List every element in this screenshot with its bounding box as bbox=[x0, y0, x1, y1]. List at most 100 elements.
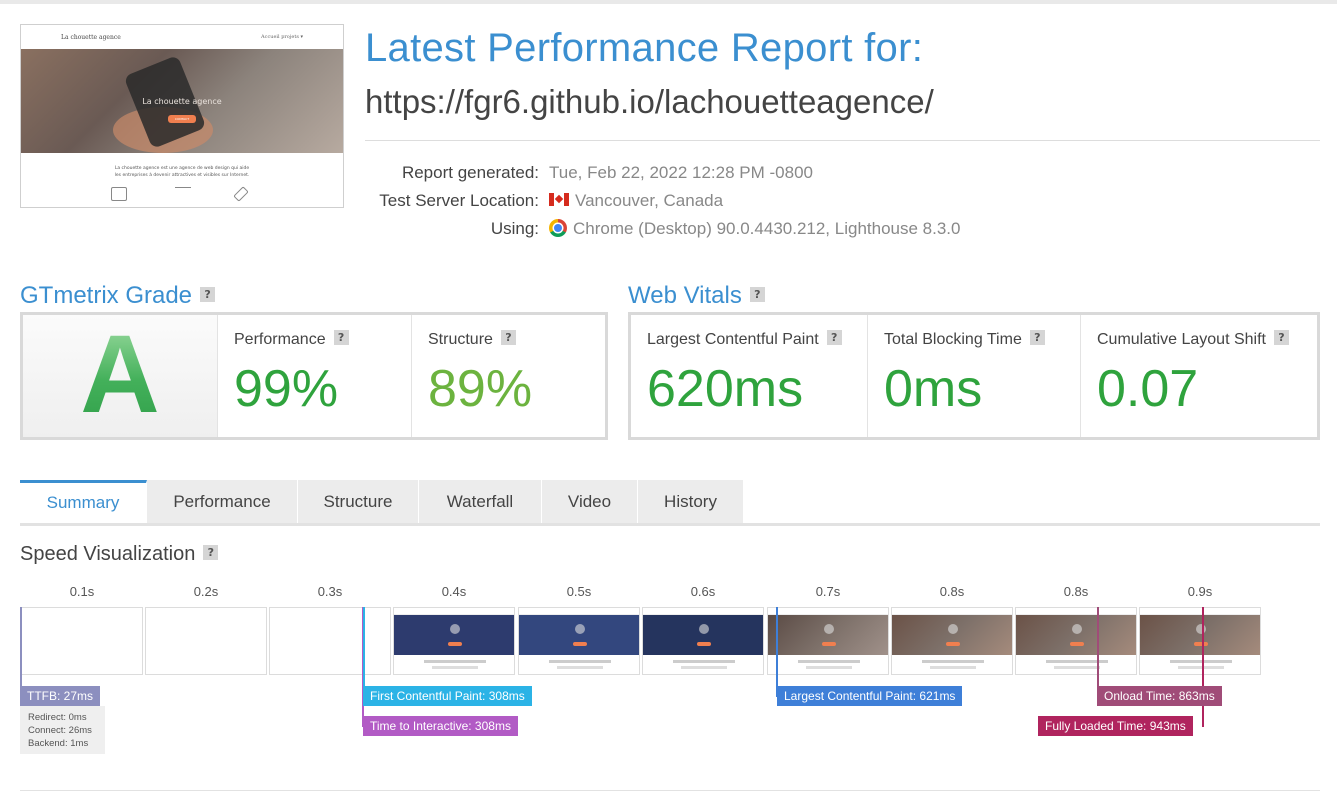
meta-server-location: Test Server Location: Vancouver, Canada bbox=[365, 191, 1065, 215]
frame-text bbox=[806, 666, 852, 669]
help-icon[interactable]: ? bbox=[749, 287, 765, 303]
frame-time-label: 0.2s bbox=[193, 584, 219, 599]
label-text: Cumulative Layout Shift bbox=[1097, 331, 1266, 348]
tti-marker: Time to Interactive: 308ms bbox=[363, 716, 518, 736]
lcp-line bbox=[776, 607, 778, 697]
tbt-value: 0ms bbox=[884, 360, 983, 418]
frame-time-label: 0.8s bbox=[939, 584, 965, 599]
help-icon[interactable]: ? bbox=[200, 287, 216, 303]
label-text: Total Blocking Time bbox=[884, 331, 1022, 348]
frame-time-label: 0.8s bbox=[1063, 584, 1089, 599]
heading-text: GTmetrix Grade bbox=[20, 282, 193, 309]
filmstrip-frame[interactable] bbox=[767, 607, 889, 675]
thumbnail-hero-title: La chouette agence bbox=[142, 97, 222, 106]
help-icon[interactable]: ? bbox=[826, 330, 842, 346]
frame-button bbox=[822, 642, 836, 646]
frame-time-label: 0.3s bbox=[317, 584, 343, 599]
frame-button bbox=[1194, 642, 1208, 646]
filmstrip-frame[interactable] bbox=[1015, 607, 1137, 675]
help-icon[interactable]: ? bbox=[500, 330, 516, 346]
thumbnail-logo: La chouette agence bbox=[61, 34, 121, 41]
frame-nav bbox=[768, 608, 888, 615]
filmstrip-frame[interactable] bbox=[1139, 607, 1261, 675]
gtmetrix-grade-box: A Performance? 99% Structure? 89% bbox=[20, 312, 608, 440]
meta-using: Using: Chrome (Desktop) 90.0.4430.212, L… bbox=[365, 218, 1065, 243]
presentation-icon bbox=[175, 187, 191, 201]
frame-hero bbox=[1140, 615, 1260, 655]
filmstrip-frame[interactable] bbox=[891, 607, 1013, 675]
lcp-marker: Largest Contentful Paint: 621ms bbox=[777, 686, 963, 706]
frame-nav bbox=[1140, 608, 1260, 615]
cls-label: Cumulative Layout Shift? bbox=[1097, 330, 1289, 349]
frame-text bbox=[798, 660, 860, 663]
meta-label: Report generated: bbox=[401, 163, 539, 182]
help-icon[interactable]: ? bbox=[1273, 330, 1289, 346]
ttfb-marker: TTFB: 27ms bbox=[20, 686, 101, 706]
thumbnail-hero: La chouette agence CONTACT bbox=[21, 49, 343, 153]
frame-time-label: 0.4s bbox=[441, 584, 467, 599]
tab-waterfall[interactable]: Waterfall bbox=[419, 480, 542, 524]
ttfb-connect: Connect: 26ms bbox=[28, 725, 92, 736]
label-text: Structure bbox=[428, 331, 493, 348]
lcp-label: Largest Contentful Paint? bbox=[647, 330, 842, 349]
frame-logo bbox=[1196, 624, 1206, 634]
web-vitals-box: Largest Contentful Paint? 620ms Total Bl… bbox=[628, 312, 1320, 440]
filmstrip-frame[interactable] bbox=[21, 607, 143, 675]
frame-logo bbox=[1072, 624, 1082, 634]
web-vitals-heading: Web Vitals? bbox=[628, 282, 765, 310]
meta-label: Using: bbox=[490, 219, 539, 238]
frame-text bbox=[1178, 666, 1224, 669]
filmstrip-frame[interactable] bbox=[642, 607, 764, 675]
frame-nav bbox=[394, 608, 514, 615]
speed-visualization-heading: Speed Visualization? bbox=[20, 543, 219, 566]
lcp-value: 620ms bbox=[647, 360, 804, 418]
ttfb-backend: Backend: 1ms bbox=[28, 738, 89, 749]
tbt-cell: Total Blocking Time? 0ms bbox=[867, 315, 1080, 437]
meta-report-generated: Report generated: Tue, Feb 22, 2022 12:2… bbox=[365, 163, 1065, 187]
gtmetrix-grade-heading: GTmetrix Grade? bbox=[20, 282, 216, 310]
structure-label: Structure? bbox=[428, 330, 516, 349]
onload-line bbox=[1097, 607, 1099, 697]
help-icon[interactable]: ? bbox=[1029, 330, 1045, 346]
frame-text bbox=[557, 666, 603, 669]
filmstrip-frame[interactable] bbox=[518, 607, 640, 675]
frame-hero bbox=[1016, 615, 1136, 655]
tab-performance[interactable]: Performance bbox=[147, 480, 298, 524]
grade-letter: A bbox=[23, 315, 217, 437]
help-icon[interactable]: ? bbox=[203, 545, 219, 561]
frame-logo bbox=[699, 624, 709, 634]
filmstrip-frame[interactable] bbox=[145, 607, 267, 675]
filmstrip-frame[interactable] bbox=[393, 607, 515, 675]
meta-value: Chrome (Desktop) 90.0.4430.212, Lighthou… bbox=[549, 218, 960, 239]
tab-video[interactable]: Video bbox=[542, 480, 638, 524]
frame-button bbox=[573, 642, 587, 646]
fully-loaded-line bbox=[1202, 607, 1204, 727]
frame-hero bbox=[643, 615, 763, 655]
frame-text bbox=[432, 666, 478, 669]
frame-time-label: 0.1s bbox=[69, 584, 95, 599]
frame-nav bbox=[519, 608, 639, 615]
browser-icon bbox=[111, 187, 127, 201]
tab-history[interactable]: History bbox=[638, 480, 744, 524]
cls-cell: Cumulative Layout Shift? 0.07 bbox=[1080, 315, 1317, 437]
ttfb-detail: Redirect: 0ms Connect: 26ms Backend: 1ms bbox=[20, 706, 105, 754]
filmstrip-frame[interactable] bbox=[269, 607, 391, 675]
page-screenshot-thumbnail[interactable]: La chouette agence Accueil projets ▾ La … bbox=[20, 24, 344, 208]
frame-text bbox=[922, 660, 984, 663]
frame-logo bbox=[948, 624, 958, 634]
tab-structure[interactable]: Structure bbox=[298, 480, 419, 524]
location-text: Vancouver, Canada bbox=[575, 191, 724, 210]
tab-summary[interactable]: Summary bbox=[20, 480, 147, 524]
structure-cell: Structure? 89% bbox=[411, 315, 605, 437]
structure-value: 89% bbox=[428, 360, 533, 418]
help-icon[interactable]: ? bbox=[333, 330, 349, 346]
frame-hero bbox=[394, 615, 514, 655]
heading-text: Speed Visualization bbox=[20, 543, 196, 565]
frame-hero bbox=[519, 615, 639, 655]
thumbnail-description: La chouette agence est une agence de web… bbox=[21, 165, 343, 179]
header-divider bbox=[365, 140, 1320, 141]
frame-time-label: 0.6s bbox=[690, 584, 716, 599]
label-text: Performance bbox=[234, 331, 326, 348]
frame-button bbox=[697, 642, 711, 646]
frame-nav bbox=[1016, 608, 1136, 615]
